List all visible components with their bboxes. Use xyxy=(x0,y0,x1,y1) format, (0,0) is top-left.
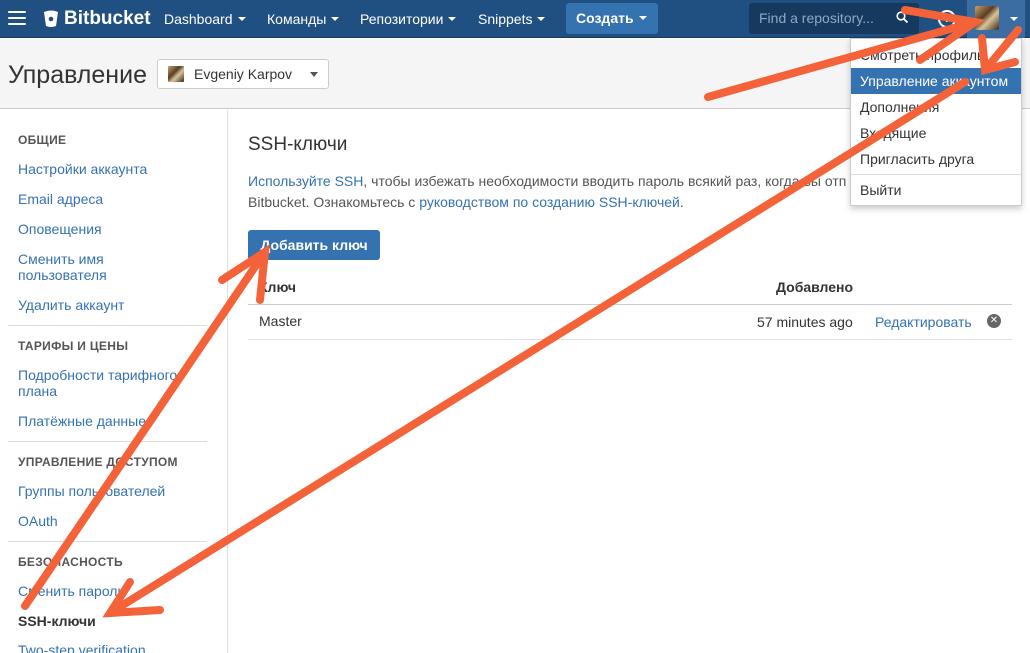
top-navigation-bar: Bitbucket Dashboard Команды Репозитории … xyxy=(0,0,1030,38)
nav-snippets-label: Snippets xyxy=(478,11,533,27)
sidebar-divider xyxy=(8,541,207,542)
user-dropdown-menu: Смотреть профиль Управление аккаунтом До… xyxy=(850,38,1022,206)
user-menu-button[interactable] xyxy=(967,0,1025,38)
sidebar-item-label: Сменить имя xyxy=(18,251,104,267)
menu-item-inbox[interactable]: Входящие xyxy=(851,120,1021,146)
nav-teams-label: Команды xyxy=(267,11,327,27)
repository-search-input[interactable]: Find a repository... xyxy=(749,3,919,34)
table-row-key-name: Master xyxy=(259,313,302,329)
chevron-down-icon xyxy=(237,17,246,22)
nav-snippets[interactable]: Snippets xyxy=(478,0,546,38)
sidebar-item-email-addresses[interactable]: Email адреса xyxy=(18,191,103,207)
create-button[interactable]: Создать xyxy=(566,3,658,34)
sidebar-item-plan-details[interactable]: Подробности тарифного плана xyxy=(18,367,177,399)
column-header-key: Ключ xyxy=(259,279,296,295)
nav-repositories[interactable]: Репозитории xyxy=(360,0,457,38)
sidebar-item-change-password[interactable]: Сменить пароль xyxy=(18,583,125,599)
description-text: , чтобы избежать необходимости вводить п… xyxy=(363,173,847,189)
sidebar-divider xyxy=(8,325,207,326)
menu-icon[interactable] xyxy=(8,11,26,27)
sidebar-heading-access: УПРАВЛЕНИЕ ДОСТУПОМ xyxy=(18,455,178,469)
sidebar-divider xyxy=(8,441,207,442)
account-selector[interactable]: Evgeniy Karpov xyxy=(157,59,329,89)
settings-sidebar: ОБЩИЕ Настройки аккаунта Email адреса Оп… xyxy=(0,110,228,653)
nav-repositories-label: Репозитории xyxy=(360,11,444,27)
sidebar-item-delete-account[interactable]: Удалить аккаунт xyxy=(18,297,124,313)
ssh-guide-link[interactable]: руководством по созданию SSH-ключей xyxy=(419,194,680,210)
bitbucket-logo[interactable]: Bitbucket xyxy=(43,7,151,31)
create-button-label: Создать xyxy=(576,10,634,26)
section-title: SSH-ключи xyxy=(248,134,348,155)
menu-divider xyxy=(851,174,1021,175)
menu-item-manage-account[interactable]: Управление аккаунтом xyxy=(851,68,1021,94)
sidebar-item-user-groups[interactable]: Группы пользователей xyxy=(18,483,165,499)
avatar xyxy=(168,66,184,82)
sidebar-item-billing[interactable]: Платёжные данные xyxy=(18,413,146,429)
description-text: . xyxy=(679,194,684,210)
sidebar-heading-general: ОБЩИЕ xyxy=(18,133,67,147)
arrow-to-ssh-keys xyxy=(106,78,969,617)
table-header-divider xyxy=(248,304,1012,305)
table-row-added-time: 57 minutes ago xyxy=(757,314,853,330)
chevron-down-icon xyxy=(638,16,647,21)
menu-item-logout[interactable]: Выйти xyxy=(851,177,1021,203)
column-header-added: Добавлено xyxy=(776,279,854,295)
sidebar-heading-plans: ТАРИФЫ И ЦЕНЫ xyxy=(18,339,129,353)
bitbucket-bucket-icon xyxy=(44,10,58,27)
chevron-down-icon xyxy=(537,17,546,22)
avatar xyxy=(975,6,999,30)
sidebar-item-notifications[interactable]: Оповещения xyxy=(18,221,102,237)
sidebar-item-label: Подробности тарифного xyxy=(18,367,178,383)
page-title: Управление xyxy=(8,61,147,89)
menu-item-addons[interactable]: Дополнения xyxy=(851,94,1021,120)
edit-key-link[interactable]: Редактировать xyxy=(875,314,972,330)
add-key-button[interactable]: Добавить ключ xyxy=(248,230,380,260)
sidebar-item-two-step-verification[interactable]: Two-step verification xyxy=(18,642,146,653)
help-icon[interactable]: ? xyxy=(938,10,956,28)
chevron-down-icon xyxy=(310,72,318,77)
sidebar-item-oauth[interactable]: OAuth xyxy=(18,513,58,529)
sidebar-item-account-settings[interactable]: Настройки аккаунта xyxy=(18,161,147,177)
delete-icon[interactable]: ✕ xyxy=(987,314,1001,328)
description-text: Bitbucket. Ознакомьтесь с xyxy=(248,194,420,210)
sidebar-item-change-username[interactable]: Сменить имя пользователя xyxy=(18,251,107,283)
sidebar-heading-security: БЕЗОПАСНОСТЬ xyxy=(18,555,123,569)
menu-item-invite-friend[interactable]: Пригласить друга xyxy=(851,146,1021,172)
nav-dashboard[interactable]: Dashboard xyxy=(164,0,246,38)
menu-item-view-profile[interactable]: Смотреть профиль xyxy=(851,42,1021,68)
sidebar-item-label: плана xyxy=(18,383,58,399)
sidebar-item-label: пользователя xyxy=(18,267,107,283)
sidebar-item-ssh-keys[interactable]: SSH-ключи xyxy=(18,613,96,629)
ssh-description: Используйте SSH, чтобы избежать необходи… xyxy=(248,171,848,213)
logo-text: Bitbucket xyxy=(64,8,151,29)
chevron-down-icon xyxy=(1010,17,1018,21)
search-icon[interactable] xyxy=(896,11,908,23)
chevron-down-icon xyxy=(448,17,457,22)
account-selector-label: Evgeniy Karpov xyxy=(194,66,293,82)
chevron-down-icon xyxy=(331,17,340,22)
nav-teams[interactable]: Команды xyxy=(267,0,340,38)
use-ssh-link[interactable]: Используйте SSH xyxy=(248,173,363,189)
nav-dashboard-label: Dashboard xyxy=(164,11,233,27)
table-row-divider xyxy=(248,339,1012,340)
